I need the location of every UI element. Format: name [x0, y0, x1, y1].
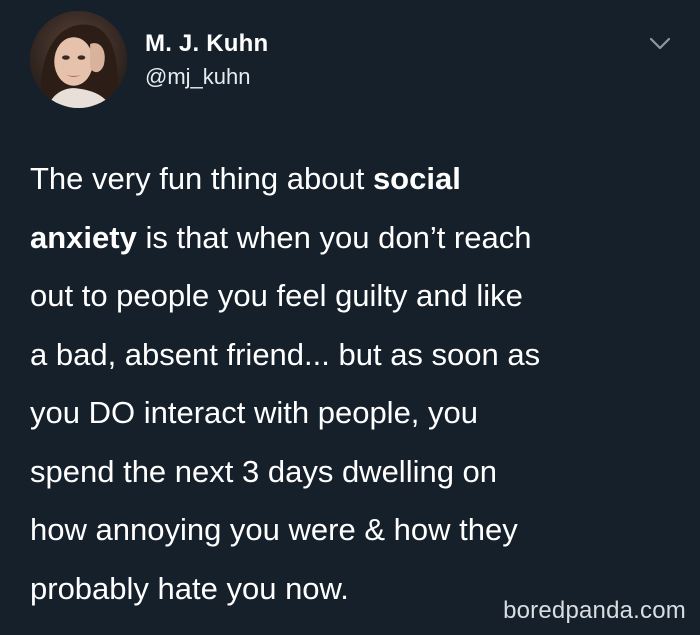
- tweet-line: how annoying you were & how they: [30, 512, 518, 547]
- chevron-down-icon[interactable]: [648, 36, 672, 52]
- tweet-line: you DO interact with people, you: [30, 395, 479, 430]
- tweet-line: The very fun thing about social: [30, 161, 461, 196]
- author-avatar[interactable]: [30, 11, 127, 108]
- tweet-line: a bad, absent friend... but as soon as: [30, 336, 541, 372]
- tweet-line: spend the next 3 days dwelling on: [30, 453, 498, 489]
- tweet-text: The very fun thing about social anxiety …: [30, 150, 680, 618]
- tweet-line: anxiety is that when you don’t reach: [30, 219, 532, 255]
- profile-photo-icon: [30, 11, 127, 108]
- author-display-name[interactable]: M. J. Kuhn: [145, 30, 268, 58]
- watermark: boredpanda.com: [503, 597, 686, 624]
- tweet-card: M. J. Kuhn @mj_kuhn The very fun thing a…: [0, 0, 700, 635]
- tweet-line: out to people you feel guilty and like: [30, 278, 523, 313]
- author-handle[interactable]: @mj_kuhn: [145, 64, 251, 90]
